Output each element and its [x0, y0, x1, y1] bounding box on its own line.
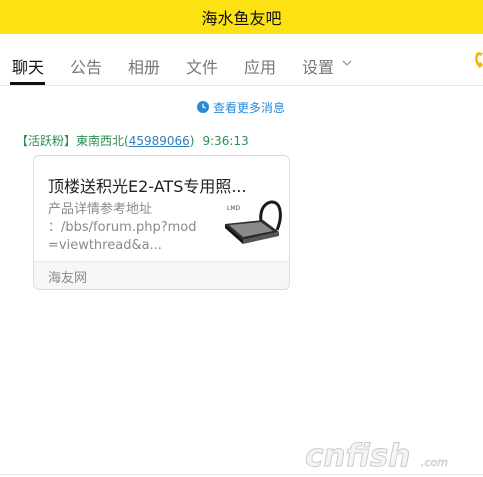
card-description: 产品详情参考地址 ：/bbs/forum.php?mod =viewthread…: [48, 201, 208, 255]
thumb-label: LMD: [227, 205, 241, 212]
active-tab-indicator: [10, 82, 45, 85]
tab-album[interactable]: 相册: [128, 54, 160, 78]
card-desc-line: =viewthread&a...: [48, 238, 162, 253]
sender-name[interactable]: 東南西北: [76, 134, 124, 148]
tab-chat[interactable]: 聊天: [12, 54, 44, 78]
sender-uid-link[interactable]: 45989066: [129, 134, 190, 148]
phone-icon[interactable]: [471, 50, 483, 70]
tab-files[interactable]: 文件: [186, 54, 218, 78]
card-thumbnail: LMD: [225, 200, 282, 244]
tab-announcement[interactable]: 公告: [70, 54, 102, 78]
watermark-text: cnfish: [305, 438, 410, 473]
load-more-messages[interactable]: 查看更多消息: [197, 99, 285, 115]
uid-close-paren: ): [189, 134, 195, 148]
tab-settings[interactable]: 设置: [302, 54, 334, 78]
clock-icon: [197, 101, 209, 113]
watermark-suffix: .com: [421, 456, 448, 469]
card-desc-line: ：/bbs/forum.php?mod: [48, 220, 197, 235]
tab-apps[interactable]: 应用: [244, 54, 276, 78]
message-time: 9:36:13: [202, 134, 249, 148]
site-watermark: cnfish .com: [305, 438, 449, 473]
card-source: 海友网: [48, 271, 88, 286]
title-bar: 海水鱼友吧: [0, 0, 483, 34]
window-title: 海水鱼友吧: [201, 9, 282, 28]
shared-link-card[interactable]: 顶楼送积光E2-ATS专用照... 产品详情参考地址 ：/bbs/forum.p…: [33, 155, 290, 290]
member-badge: 【活跃粉】: [16, 134, 77, 148]
tab-bar: 聊天 公告 相册 文件 应用 设置: [0, 34, 483, 86]
message-sender-line: 【活跃粉】東南西北(45989066) 9:36:13: [16, 132, 249, 149]
card-footer: 海友网: [34, 261, 289, 289]
bottom-divider: [0, 474, 483, 475]
card-title: 顶楼送积光E2-ATS专用照...: [48, 177, 247, 196]
card-desc-line: 产品详情参考地址: [48, 202, 153, 217]
chevron-down-icon[interactable]: [340, 56, 354, 70]
load-more-label: 查看更多消息: [213, 100, 286, 115]
